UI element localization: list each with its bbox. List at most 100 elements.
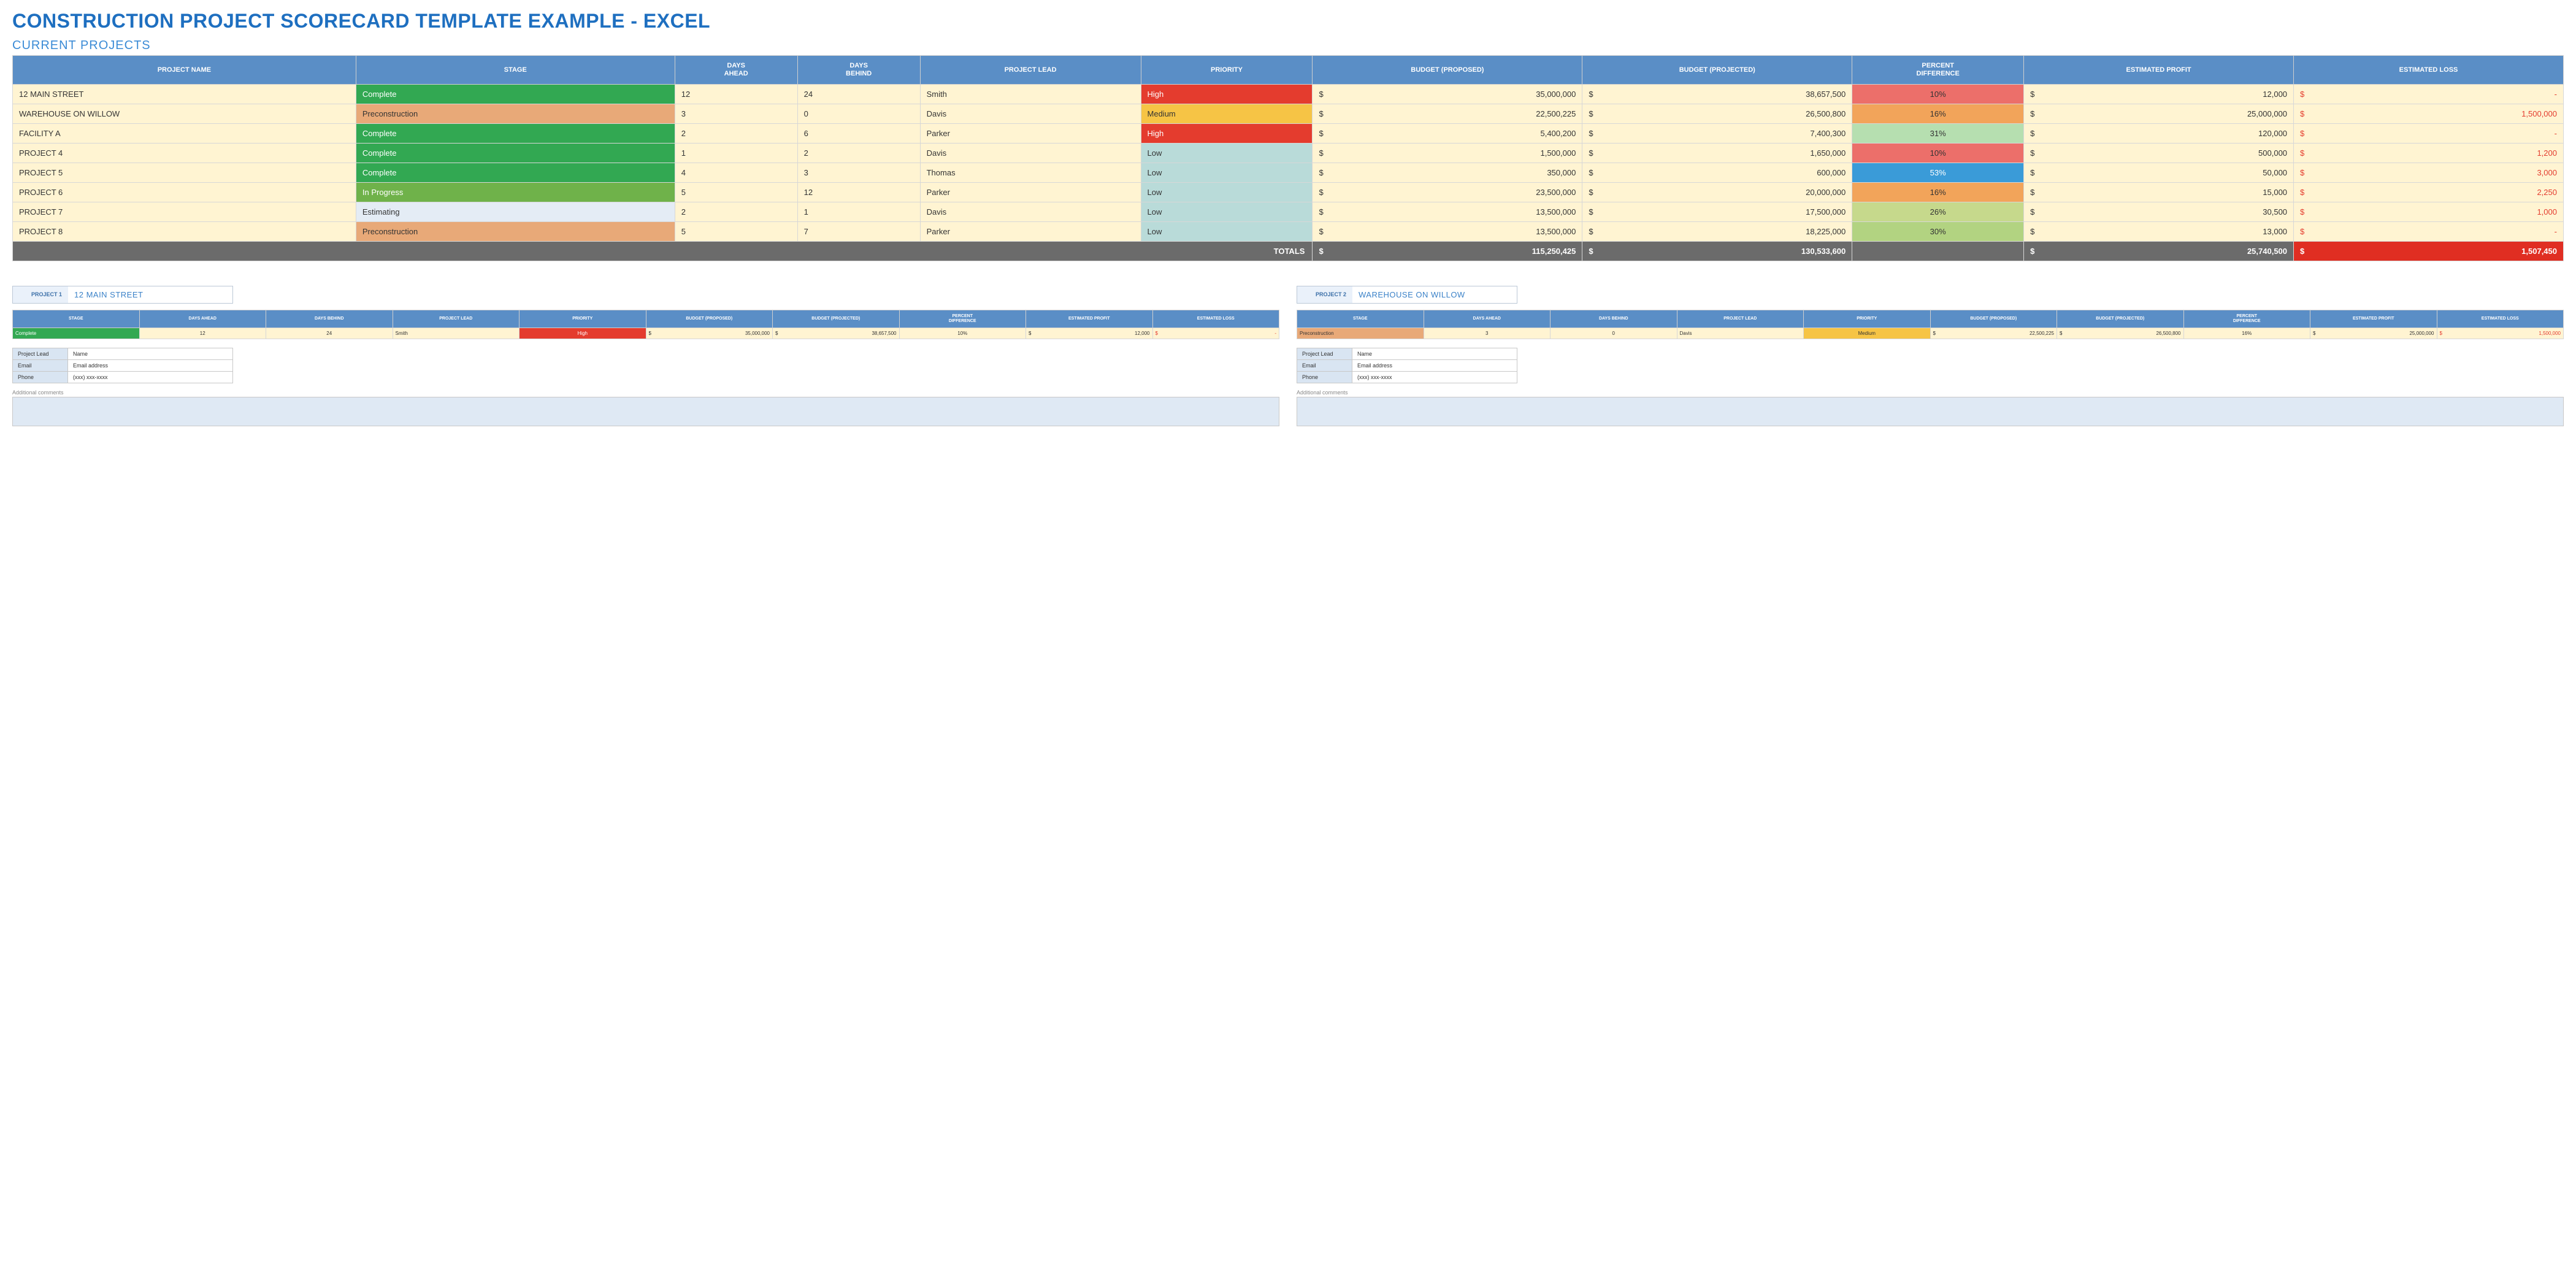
totals-percent-blank <box>1852 242 2024 261</box>
comments-box[interactable] <box>1297 397 2564 426</box>
contact-table: Project LeadNameEmailEmail addressPhone(… <box>1297 348 1517 383</box>
cell-budget-proposed: $13,500,000 <box>1313 202 1582 222</box>
cell-days-behind: 7 <box>797 222 920 242</box>
cell-days-ahead: 2 <box>675 124 797 144</box>
mini-col-header: STAGE <box>1297 310 1424 328</box>
contact-value[interactable]: Name <box>68 348 233 359</box>
contact-value[interactable]: Email address <box>1352 359 1517 371</box>
table-row: WAREHOUSE ON WILLOWPreconstruction30Davi… <box>13 104 2564 124</box>
cell-days-ahead: 5 <box>675 183 797 202</box>
cell-profit: $120,000 <box>2024 124 2294 144</box>
cell-budget-projected: $7,400,300 <box>1582 124 1852 144</box>
contact-key: Phone <box>1297 371 1352 383</box>
cell-stage: Preconstruction <box>356 222 675 242</box>
contact-value[interactable]: (xxx) xxx-xxxx <box>68 371 233 383</box>
totals-row: TOTALS $115,250,425 $130,533,600 $25,740… <box>13 242 2564 261</box>
mini-col-header: BUDGET (PROJECTED) <box>2057 310 2184 328</box>
mini-percent-diff: 10% <box>899 328 1026 339</box>
contact-row: Phone(xxx) xxx-xxxx <box>1297 371 1517 383</box>
cell-budget-projected: $26,500,800 <box>1582 104 1852 124</box>
mini-col-header: DAYS AHEAD <box>139 310 266 328</box>
contact-value[interactable]: Name <box>1352 348 1517 359</box>
col-header: ESTIMATED PROFIT <box>2024 56 2294 85</box>
cell-priority: Low <box>1141 202 1313 222</box>
cell-days-behind: 24 <box>797 85 920 104</box>
mini-priority: High <box>519 328 646 339</box>
mini-col-header: ESTIMATED LOSS <box>1152 310 1279 328</box>
mini-percent-diff: 16% <box>2183 328 2310 339</box>
cell-project-name: PROJECT 8 <box>13 222 356 242</box>
mini-col-header: STAGE <box>13 310 140 328</box>
cell-stage: Complete <box>356 144 675 163</box>
mini-col-header: BUDGET (PROJECTED) <box>773 310 900 328</box>
cell-budget-projected: $1,650,000 <box>1582 144 1852 163</box>
cell-stage: Estimating <box>356 202 675 222</box>
mini-col-header: PROJECT LEAD <box>393 310 519 328</box>
projects-table: PROJECT NAMESTAGEDAYSAHEADDAYSBEHINDPROJ… <box>12 55 2564 261</box>
mini-days-behind: 24 <box>266 328 393 339</box>
cell-budget-proposed: $5,400,200 <box>1313 124 1582 144</box>
cell-profit: $12,000 <box>2024 85 2294 104</box>
table-row: 12 MAIN STREETComplete1224SmithHigh$35,0… <box>13 85 2564 104</box>
cell-loss: $1,000 <box>2294 202 2564 222</box>
mini-col-header: ESTIMATED PROFIT <box>1026 310 1153 328</box>
cell-profit: $15,000 <box>2024 183 2294 202</box>
cell-profit: $30,500 <box>2024 202 2294 222</box>
comments-box[interactable] <box>12 397 1279 426</box>
table-row: PROJECT 4Complete12DavisLow$1,500,000$1,… <box>13 144 2564 163</box>
cell-priority: Low <box>1141 144 1313 163</box>
cell-budget-projected: $17,500,000 <box>1582 202 1852 222</box>
mini-col-header: PROJECT LEAD <box>1677 310 1804 328</box>
mini-col-header: DAYS AHEAD <box>1424 310 1551 328</box>
cell-percent-diff: 30% <box>1852 222 2024 242</box>
mini-col-header: BUDGET (PROPOSED) <box>1930 310 2057 328</box>
cell-percent-diff: 10% <box>1852 144 2024 163</box>
mini-budget-proposed: $35,000,000 <box>646 328 773 339</box>
cell-loss: $1,500,000 <box>2294 104 2564 124</box>
cell-days-behind: 2 <box>797 144 920 163</box>
cell-priority: High <box>1141 124 1313 144</box>
project-detail-card: PROJECT 112 MAIN STREET STAGEDAYS AHEADDA… <box>12 286 1279 426</box>
cell-budget-projected: $18,225,000 <box>1582 222 1852 242</box>
mini-col-header: PRIORITY <box>519 310 646 328</box>
totals-loss: $1,507,450 <box>2294 242 2564 261</box>
table-row: PROJECT 8Preconstruction57ParkerLow$13,5… <box>13 222 2564 242</box>
col-header: BUDGET (PROPOSED) <box>1313 56 1582 85</box>
cell-percent-diff: 53% <box>1852 163 2024 183</box>
detail-mini-table: STAGEDAYS AHEADDAYS BEHINDPROJECT LEADPR… <box>12 310 1279 339</box>
cell-project-lead: Parker <box>920 183 1141 202</box>
cell-days-behind: 6 <box>797 124 920 144</box>
cell-priority: Medium <box>1141 104 1313 124</box>
page-title: CONSTRUCTION PROJECT SCORECARD TEMPLATE … <box>12 10 2564 33</box>
cell-loss: $3,000 <box>2294 163 2564 183</box>
contact-value[interactable]: (xxx) xxx-xxxx <box>1352 371 1517 383</box>
col-header: DAYSAHEAD <box>675 56 797 85</box>
cell-percent-diff: 31% <box>1852 124 2024 144</box>
cell-days-behind: 0 <box>797 104 920 124</box>
mini-col-header: ESTIMATED LOSS <box>2437 310 2564 328</box>
mini-stage: Preconstruction <box>1297 328 1424 339</box>
mini-lead: Davis <box>1677 328 1804 339</box>
mini-priority: Medium <box>1804 328 1931 339</box>
detail-header: PROJECT 112 MAIN STREET <box>12 286 233 304</box>
col-header: BUDGET (PROJECTED) <box>1582 56 1852 85</box>
cell-budget-projected: $600,000 <box>1582 163 1852 183</box>
cell-project-lead: Davis <box>920 202 1141 222</box>
col-header: STAGE <box>356 56 675 85</box>
cell-loss: $- <box>2294 85 2564 104</box>
cell-budget-projected: $20,000,000 <box>1582 183 1852 202</box>
contact-key: Email <box>1297 359 1352 371</box>
cell-budget-proposed: $350,000 <box>1313 163 1582 183</box>
cell-days-ahead: 5 <box>675 222 797 242</box>
contact-row: Phone(xxx) xxx-xxxx <box>13 371 233 383</box>
cell-priority: High <box>1141 85 1313 104</box>
contact-value[interactable]: Email address <box>68 359 233 371</box>
cell-project-name: PROJECT 5 <box>13 163 356 183</box>
cell-stage: Complete <box>356 124 675 144</box>
detail-mini-table: STAGEDAYS AHEADDAYS BEHINDPROJECT LEADPR… <box>1297 310 2564 339</box>
cell-budget-proposed: $35,000,000 <box>1313 85 1582 104</box>
cell-days-behind: 12 <box>797 183 920 202</box>
contact-row: EmailEmail address <box>13 359 233 371</box>
detail-header: PROJECT 2WAREHOUSE ON WILLOW <box>1297 286 1517 304</box>
cell-days-ahead: 4 <box>675 163 797 183</box>
